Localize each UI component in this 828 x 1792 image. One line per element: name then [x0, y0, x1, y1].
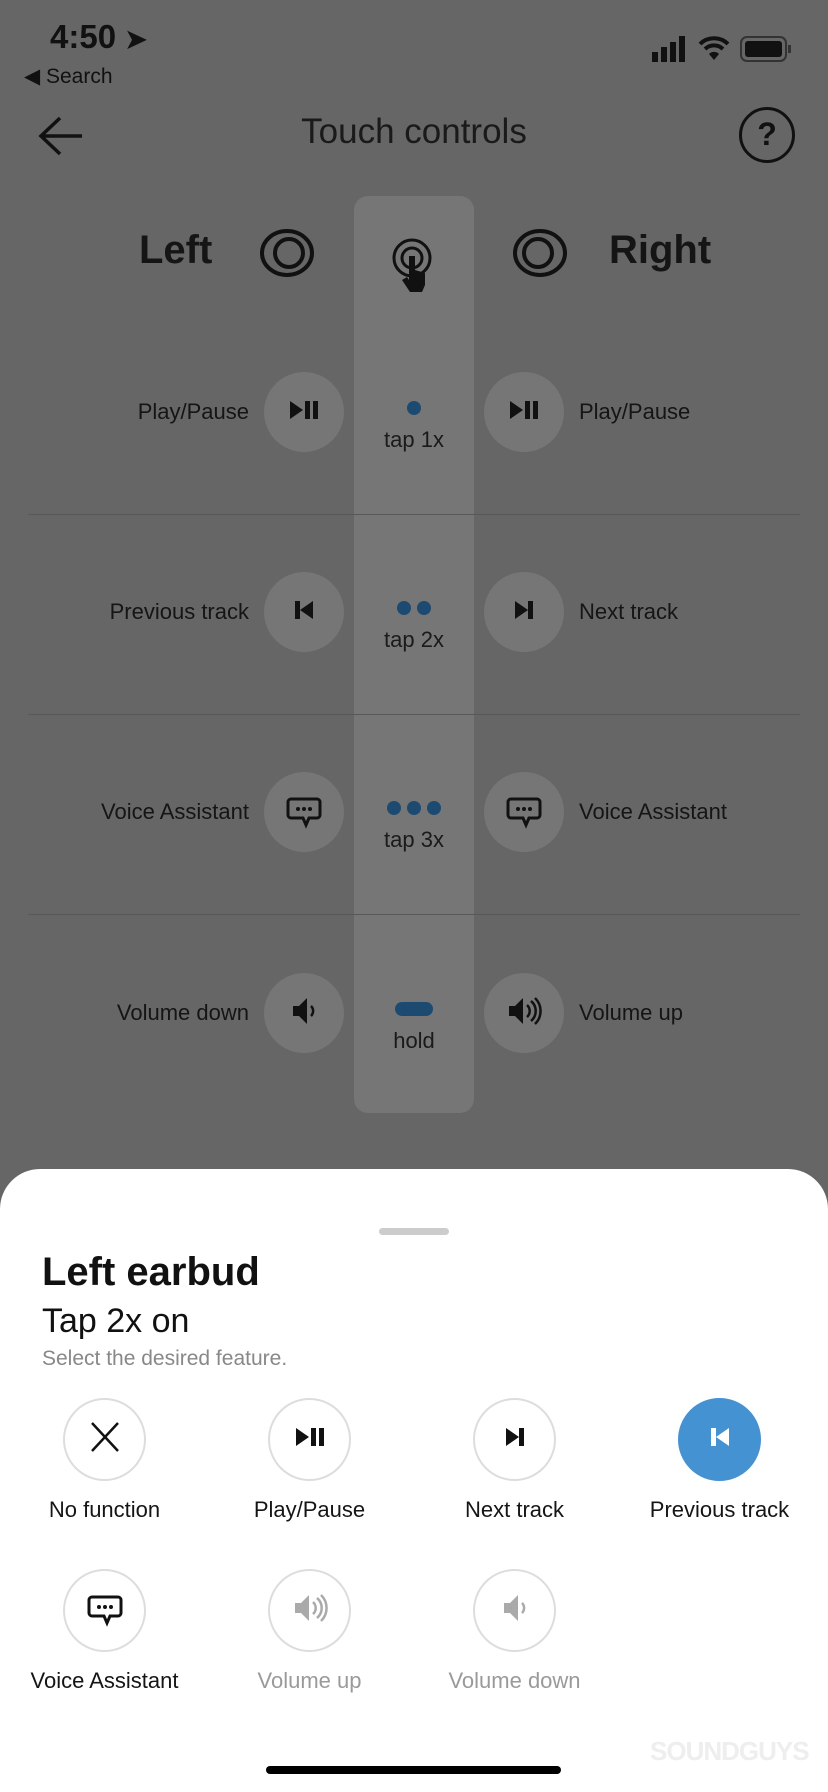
right-action-label[interactable]: Voice Assistant	[579, 799, 727, 825]
tap-dot	[407, 801, 421, 815]
right-action-label[interactable]: Next track	[579, 599, 678, 625]
volume-up-icon	[290, 1588, 330, 1633]
right-heading: Right	[609, 228, 712, 272]
right-action-button[interactable]	[484, 973, 564, 1053]
tap-dot	[417, 601, 431, 615]
volume-up-icon	[504, 991, 544, 1036]
voice-assistant-icon	[85, 1588, 125, 1633]
option-no-function[interactable]	[63, 1398, 146, 1481]
back-to-search[interactable]: ◀ Search	[24, 64, 113, 89]
option-volume-up[interactable]	[268, 1569, 351, 1652]
next-track-icon	[504, 590, 544, 635]
gesture-column	[354, 196, 474, 1113]
tap-dot	[397, 601, 411, 615]
left-action-label[interactable]: Volume down	[117, 1000, 249, 1026]
status-time: 4:50 ➤	[50, 18, 147, 56]
gesture-label: hold	[393, 1028, 435, 1053]
gesture-indicator	[354, 601, 474, 615]
option-label: Voice Assistant	[30, 1668, 179, 1693]
voice-assistant-icon	[504, 790, 544, 835]
option-label: Volume up	[257, 1668, 362, 1693]
touch-gesture-icon	[392, 236, 436, 299]
left-heading: Left	[139, 228, 213, 272]
option-previous-track[interactable]	[678, 1398, 761, 1481]
row-divider	[28, 514, 800, 515]
gesture-indicator	[354, 801, 474, 815]
option-label: No function	[48, 1497, 161, 1522]
volume-down-icon	[284, 991, 324, 1036]
sheet-hint: Select the desired feature.	[42, 1347, 288, 1370]
sheet-title: Left earbud	[42, 1250, 260, 1294]
left-action-button[interactable]	[264, 973, 344, 1053]
sheet-subtitle: Tap 2x on	[42, 1302, 190, 1340]
gesture-label: tap 2x	[384, 627, 444, 652]
gesture-indicator	[354, 401, 474, 415]
right-action-label[interactable]: Volume up	[579, 1000, 683, 1026]
previous-track-icon	[284, 590, 324, 635]
option-play-pause[interactable]	[268, 1398, 351, 1481]
play-pause-icon	[290, 1417, 330, 1462]
help-icon[interactable]: ?	[739, 107, 795, 163]
row-divider	[28, 914, 800, 915]
left-earbud-icon	[259, 228, 315, 283]
right-action-button[interactable]	[484, 372, 564, 452]
left-action-label[interactable]: Play/Pause	[138, 399, 249, 425]
watermark-logo: SOUNDGUYS	[650, 1736, 810, 1766]
next-track-icon	[495, 1417, 535, 1462]
gesture-label: tap 3x	[384, 827, 444, 852]
signal-icon	[652, 36, 692, 67]
wifi-icon	[698, 34, 730, 67]
option-label: Next track	[464, 1497, 565, 1522]
voice-assistant-icon	[284, 790, 324, 835]
row-divider	[28, 714, 800, 715]
play-pause-icon	[284, 390, 324, 435]
time-text: 4:50	[50, 18, 117, 55]
close-icon	[85, 1417, 125, 1462]
option-volume-down[interactable]	[473, 1569, 556, 1652]
location-arrow-icon: ➤	[125, 24, 148, 54]
home-indicator[interactable]	[266, 1766, 561, 1774]
hold-bar	[395, 1002, 433, 1016]
tap-dot	[387, 801, 401, 815]
left-action-label[interactable]: Previous track	[110, 599, 249, 625]
left-action-button[interactable]	[264, 772, 344, 852]
left-action-button[interactable]	[264, 372, 344, 452]
sheet-drag-handle[interactable]	[379, 1228, 449, 1235]
option-label: Play/Pause	[253, 1497, 366, 1522]
left-action-button[interactable]	[264, 572, 344, 652]
gesture-label: tap 1x	[384, 427, 444, 452]
back-to-search-label: Search	[45, 65, 113, 88]
gesture-indicator	[354, 1002, 474, 1016]
option-voice-assistant[interactable]	[63, 1569, 146, 1652]
right-action-label[interactable]: Play/Pause	[579, 399, 690, 425]
volume-down-icon	[495, 1588, 535, 1633]
tap-dot	[407, 401, 421, 415]
battery-icon	[740, 36, 792, 67]
option-next-track[interactable]	[473, 1398, 556, 1481]
play-pause-icon	[504, 390, 544, 435]
previous-track-icon	[700, 1417, 740, 1462]
tap-dot	[427, 801, 441, 815]
right-action-button[interactable]	[484, 772, 564, 852]
page-title: Touch controls	[301, 112, 527, 151]
right-earbud-icon	[512, 228, 568, 283]
right-action-button[interactable]	[484, 572, 564, 652]
left-action-label[interactable]: Voice Assistant	[101, 799, 249, 825]
option-label: Volume down	[448, 1668, 581, 1693]
option-label: Previous track	[649, 1497, 790, 1522]
